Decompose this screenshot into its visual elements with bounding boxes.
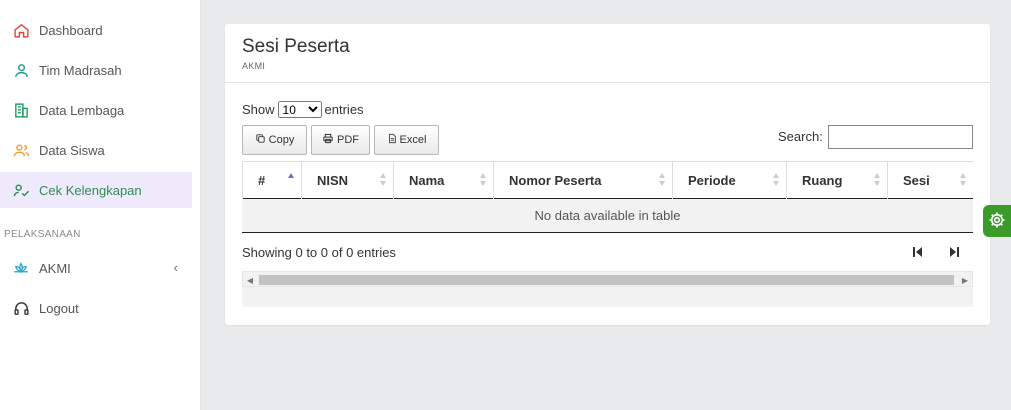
copy-label: Copy: [268, 134, 295, 146]
sidebar-item-logout[interactable]: Logout: [0, 290, 192, 326]
sidebar-item-label: Dashboard: [39, 22, 103, 38]
column-header-sesi[interactable]: Sesi: [888, 162, 973, 199]
column-header-ruang[interactable]: Ruang: [787, 162, 888, 199]
column-label: Ruang: [802, 173, 843, 188]
building-icon: [12, 101, 30, 119]
first-page-icon[interactable]: [911, 245, 925, 259]
sidebar-item-label: Tim Madrasah: [39, 62, 122, 78]
table-info: Showing 0 to 0 of 0 entries: [242, 245, 396, 260]
sidebar-item-label: Data Lembaga: [39, 102, 125, 118]
lotus-icon: [12, 259, 30, 277]
pdf-button[interactable]: PDF: [311, 125, 370, 155]
search-label: Search:: [778, 129, 823, 144]
sidebar-item-data-siswa[interactable]: Data Siswa: [0, 132, 192, 168]
user-icon: [12, 61, 30, 79]
sidebar: Dashboard Tim Madrasah Data Lembaga Data…: [0, 0, 201, 410]
empty-table-row: No data available in table: [242, 199, 973, 233]
data-table: # NISN Nama Nomor Peserta Periode Ruang: [242, 161, 973, 233]
user-check-icon: [12, 181, 30, 199]
page-length-select[interactable]: 10: [277, 101, 322, 118]
file-icon: [387, 133, 397, 147]
gear-icon: [988, 211, 1006, 232]
sidebar-item-label: AKMI: [39, 260, 71, 276]
sidebar-item-dashboard[interactable]: Dashboard: [0, 12, 192, 48]
copy-button[interactable]: Copy: [242, 125, 307, 155]
home-icon: [12, 21, 30, 39]
sort-icon: [659, 173, 667, 187]
table-footer-strip: [242, 287, 973, 307]
card-header: Sesi Peserta AKMI: [225, 24, 990, 83]
page-title: Sesi Peserta: [242, 36, 350, 57]
sidebar-item-label: Cek Kelengkapan: [39, 182, 142, 198]
column-header-index[interactable]: #: [242, 162, 302, 199]
sidebar-item-akmi[interactable]: AKMI ‹: [0, 250, 192, 286]
column-header-nisn[interactable]: NISN: [302, 162, 394, 199]
sort-icon: [380, 173, 388, 187]
sort-icon: [960, 173, 968, 187]
excel-label: Excel: [399, 134, 427, 146]
scrollbar-thumb[interactable]: [259, 275, 954, 285]
scroll-right-arrow-icon[interactable]: ▶: [960, 275, 970, 285]
sort-icon: [773, 173, 781, 187]
sidebar-item-label: Data Siswa: [39, 142, 105, 158]
sort-icon: [480, 173, 488, 187]
excel-button[interactable]: Excel: [374, 125, 439, 155]
last-page-icon[interactable]: [947, 245, 961, 259]
search-input[interactable]: [828, 125, 973, 149]
horizontal-scrollbar[interactable]: ◀ ▶: [242, 271, 973, 287]
users-icon: [12, 141, 30, 159]
column-header-periode[interactable]: Periode: [673, 162, 787, 199]
printer-icon: [322, 133, 334, 147]
page-subtitle: AKMI: [242, 61, 266, 71]
column-label: Nama: [409, 173, 445, 188]
section-label: PELAKSANAAN: [4, 229, 81, 240]
sidebar-item-data-lembaga[interactable]: Data Lembaga: [0, 92, 192, 128]
pdf-label: PDF: [337, 134, 359, 146]
headset-icon: [12, 299, 30, 317]
scroll-left-arrow-icon[interactable]: ◀: [245, 275, 255, 285]
column-label: Periode: [688, 173, 736, 188]
column-label: NISN: [317, 173, 349, 188]
column-label: Nomor Peserta: [509, 173, 602, 188]
sidebar-item-tim-madrasah[interactable]: Tim Madrasah: [0, 52, 192, 88]
column-label: Sesi: [903, 173, 930, 188]
sort-icon: [874, 173, 882, 187]
table-header: # NISN Nama Nomor Peserta Periode Ruang: [242, 161, 973, 199]
column-label: #: [258, 173, 266, 188]
sesi-peserta-card: Sesi Peserta AKMI Show 10 entries Copy P…: [225, 24, 990, 325]
column-header-nomor-peserta[interactable]: Nomor Peserta: [494, 162, 673, 199]
page-length-control: Show 10 entries: [242, 101, 364, 118]
column-header-nama[interactable]: Nama: [394, 162, 494, 199]
sidebar-item-label: Logout: [39, 300, 79, 316]
show-label: Show: [242, 102, 275, 117]
settings-button[interactable]: [983, 205, 1011, 237]
chevron-left-icon: ‹: [173, 260, 178, 275]
entries-label: entries: [324, 102, 364, 117]
sidebar-item-cek-kelengkapan[interactable]: Cek Kelengkapan: [0, 172, 192, 208]
sort-asc-icon: [288, 173, 296, 187]
copy-icon: [255, 133, 266, 147]
